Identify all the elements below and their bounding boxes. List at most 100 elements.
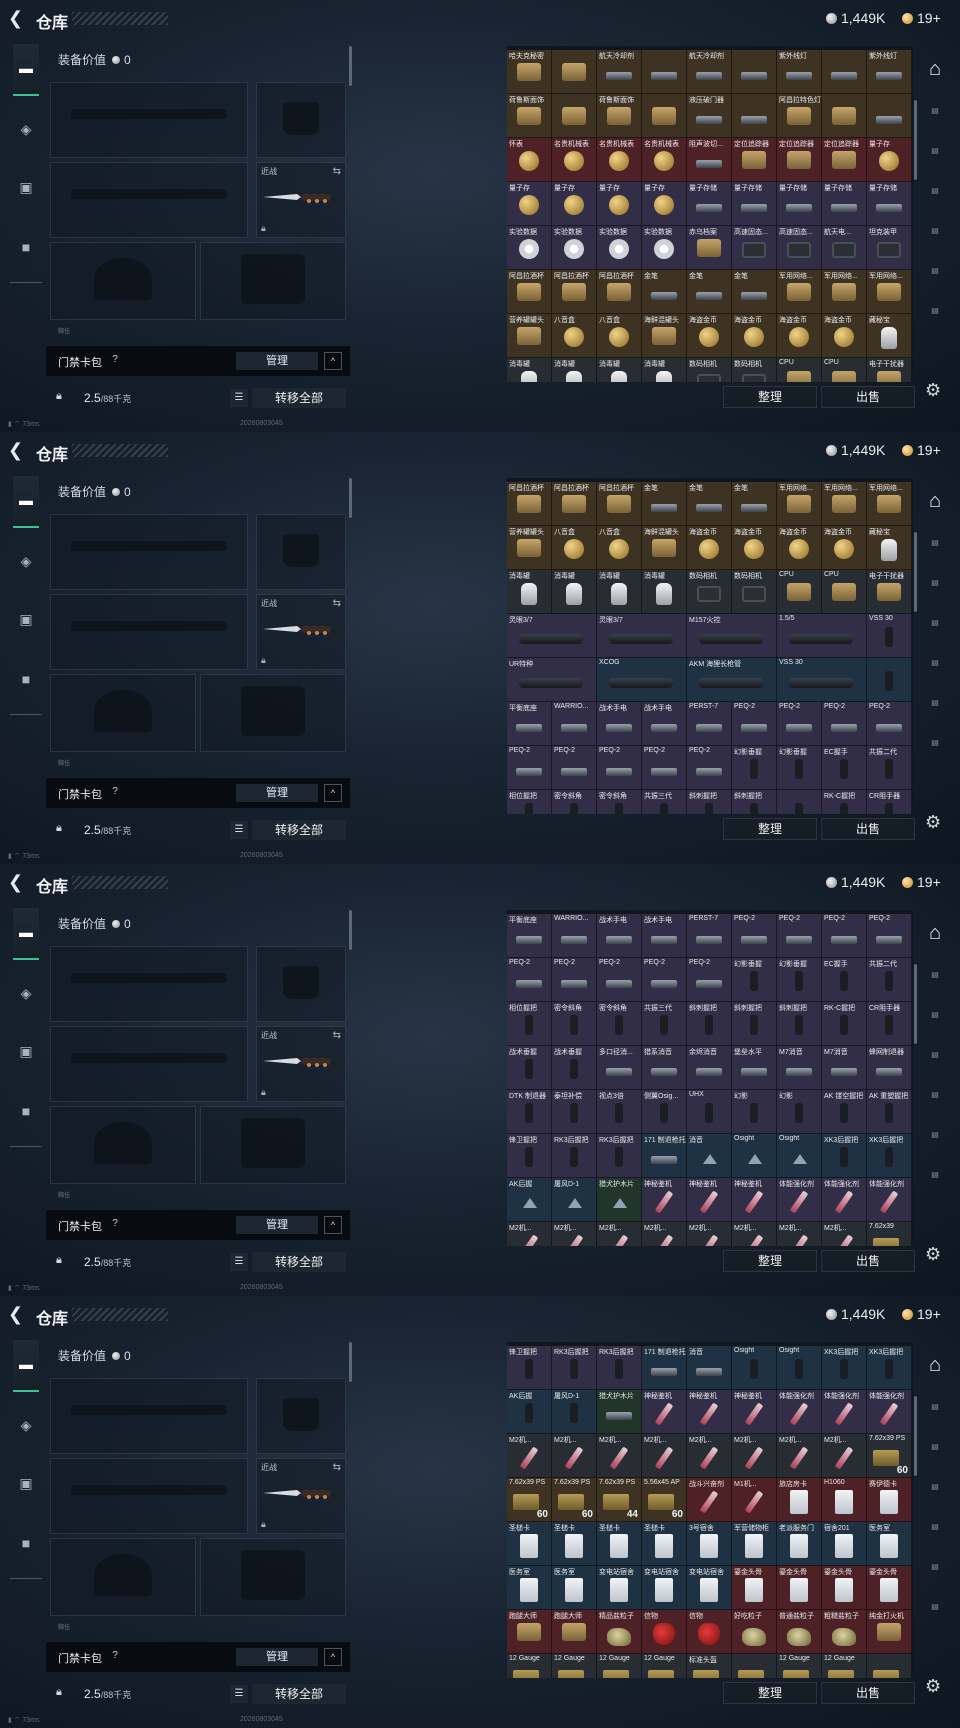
- tab-case[interactable]: ■: [13, 1530, 39, 1556]
- stash-page-icon[interactable]: ▤: [923, 146, 947, 166]
- stash-item[interactable]: EC握手: [822, 746, 867, 790]
- stash-item[interactable]: 战术垂握: [507, 1046, 552, 1090]
- stash-item[interactable]: PEQ-2: [822, 702, 867, 746]
- sort-button[interactable]: 整理: [723, 386, 817, 408]
- stash-item[interactable]: 鎏金头骨: [867, 1566, 912, 1610]
- stash-item[interactable]: AK后握: [507, 1178, 552, 1222]
- stash-item[interactable]: 体能强化剂: [777, 1390, 822, 1434]
- stash-item[interactable]: M2机...: [597, 1222, 642, 1246]
- gear-icon[interactable]: ⚙: [925, 812, 941, 833]
- stash-page-icon[interactable]: ▤: [923, 106, 947, 126]
- stash-item[interactable]: 5.56x45 AP 60: [642, 1478, 687, 1522]
- equipment-scrollbar[interactable]: [349, 478, 352, 518]
- stash-grid-viewport[interactable]: 哈夫克秘密 航天冷却剂 航天冷却剂 紫外线灯 紫外线灯 荷鲁斯面饰 荷鲁斯面饰 液压破门器 阿昌…: [507, 46, 913, 382]
- stash-item[interactable]: 紫外线灯: [777, 50, 822, 94]
- stash-item[interactable]: 密令斜角: [597, 790, 642, 814]
- stash-item[interactable]: [867, 658, 912, 702]
- stash-item[interactable]: 相位握把: [507, 1002, 552, 1046]
- stash-grid-viewport[interactable]: 锋卫握把 RK3后握把 RK3后握把 171 制退枪托 消音 Osight Osight XK…: [507, 1342, 913, 1678]
- list-icon[interactable]: ☰: [230, 1253, 248, 1271]
- stash-item[interactable]: 标准头盔: [687, 1654, 732, 1678]
- gear-icon[interactable]: ⚙: [925, 1244, 941, 1265]
- stash-item[interactable]: Osight: [777, 1134, 822, 1178]
- stash-item[interactable]: 金笔: [687, 270, 732, 314]
- collapse-button[interactable]: ^: [324, 352, 342, 370]
- stash-item[interactable]: 哈夫克秘密: [507, 50, 552, 94]
- stash-item[interactable]: 消毒罐: [552, 358, 597, 382]
- stash-item[interactable]: 消毒罐: [597, 570, 642, 614]
- stash-item[interactable]: 定位追踪器: [777, 138, 822, 182]
- stash-item[interactable]: CPU: [822, 358, 867, 382]
- stash-item[interactable]: 斜刺握把: [732, 790, 777, 814]
- armor-slot[interactable]: [200, 674, 346, 752]
- sort-button[interactable]: 整理: [723, 1682, 817, 1704]
- armor-slot[interactable]: [200, 242, 346, 320]
- stash-item[interactable]: 斜刺握把: [687, 1002, 732, 1046]
- stash-item[interactable]: PEQ-2: [597, 746, 642, 790]
- equipment-scrollbar[interactable]: [349, 1342, 352, 1382]
- stash-item[interactable]: Osight: [777, 1346, 822, 1390]
- stash-item[interactable]: 战术手电: [597, 914, 642, 958]
- stash-item[interactable]: 军营储物柜: [732, 1522, 777, 1566]
- stash-item[interactable]: M2机...: [822, 1434, 867, 1478]
- stash-grid-viewport[interactable]: 平衡底座 WARRIO... 战术手电 战术手电 PERST-7 PEQ-2 PEQ-2 PE…: [507, 910, 913, 1246]
- help-icon[interactable]: ?: [108, 1650, 122, 1664]
- stash-item[interactable]: 幻影垂握: [732, 746, 777, 790]
- stash-item[interactable]: 战术垂握: [552, 1046, 597, 1090]
- melee-slot[interactable]: 近战 ⇆ 🔒︎: [256, 1026, 346, 1102]
- stash-item[interactable]: 营养罐罐头: [507, 526, 552, 570]
- list-icon[interactable]: ☰: [230, 1685, 248, 1703]
- stash-item[interactable]: 猎犬护木片: [597, 1390, 642, 1434]
- help-icon[interactable]: ?: [108, 786, 122, 800]
- stash-item[interactable]: 战斗兴奋剂: [687, 1478, 732, 1522]
- stash-item[interactable]: M2机...: [597, 1434, 642, 1478]
- secondary-weapon-slot[interactable]: [50, 594, 248, 670]
- stash-item[interactable]: 171 制退枪托: [642, 1346, 687, 1390]
- stash-item[interactable]: M1机...: [732, 1478, 777, 1522]
- stash-item[interactable]: 海鲜混罐头: [642, 526, 687, 570]
- primary-weapon-slot[interactable]: [50, 514, 248, 590]
- stash-item[interactable]: 圣槌卡: [507, 1522, 552, 1566]
- collapse-button[interactable]: ^: [324, 1648, 342, 1666]
- stash-page-icon[interactable]: ▤: [923, 738, 947, 758]
- stash-item[interactable]: 海盗金币: [687, 314, 732, 358]
- stash-item[interactable]: 12 Gauge: [597, 1654, 642, 1678]
- stash-item[interactable]: M2机...: [687, 1434, 732, 1478]
- stash-item[interactable]: AK后握: [507, 1390, 552, 1434]
- armor-slot[interactable]: [200, 1106, 346, 1184]
- stash-item[interactable]: [552, 50, 597, 94]
- stash-item[interactable]: 营养罐罐头: [507, 314, 552, 358]
- stash-item[interactable]: AKM 海狸长枪管: [687, 658, 777, 702]
- stash-item[interactable]: 怀表: [507, 138, 552, 182]
- secondary-weapon-slot[interactable]: [50, 1026, 248, 1102]
- stash-item[interactable]: 金笔: [732, 482, 777, 526]
- stash-item[interactable]: 幻影: [732, 1090, 777, 1134]
- stash-page-icon[interactable]: ▤: [923, 1402, 947, 1422]
- stash-item[interactable]: PEQ-2: [507, 958, 552, 1002]
- stash-item[interactable]: 消毒罐: [552, 570, 597, 614]
- stash-page-icon[interactable]: ▤: [923, 698, 947, 718]
- stash-item[interactable]: 海盗金币: [777, 526, 822, 570]
- stash-item[interactable]: CPU: [777, 358, 822, 382]
- stash-item[interactable]: 阿昌拉酒杯: [552, 482, 597, 526]
- stash-item[interactable]: RK3后握把: [552, 1346, 597, 1390]
- melee-slot[interactable]: 近战 ⇆ 🔒︎: [256, 162, 346, 238]
- stash-item[interactable]: 名贵机械表: [597, 138, 642, 182]
- stash-item[interactable]: 航天冷却剂: [687, 50, 732, 94]
- stash-item[interactable]: 普通盐粒子: [777, 1610, 822, 1654]
- sort-button[interactable]: 整理: [723, 1250, 817, 1272]
- stash-item[interactable]: 金笔: [732, 270, 777, 314]
- swap-icon[interactable]: ⇆: [333, 598, 341, 609]
- stash-item[interactable]: 阿昌拉酒杯: [552, 270, 597, 314]
- stash-page-icon[interactable]: ▤: [923, 1130, 947, 1150]
- stash-item[interactable]: 阿昌拉酒杯: [507, 482, 552, 526]
- secondary-weapon-slot[interactable]: [50, 1458, 248, 1534]
- helmet-slot[interactable]: [50, 674, 196, 752]
- stash-item[interactable]: 量子存储: [777, 182, 822, 226]
- stash-item[interactable]: 12 Gauge: [552, 1654, 597, 1678]
- stash-item[interactable]: 数码相机: [687, 570, 732, 614]
- stash-item[interactable]: 旅店房卡: [777, 1478, 822, 1522]
- stash-item[interactable]: 电子干扰器: [867, 570, 912, 614]
- stash-item[interactable]: PEQ-2: [687, 746, 732, 790]
- gear-icon[interactable]: ⚙: [925, 1676, 941, 1697]
